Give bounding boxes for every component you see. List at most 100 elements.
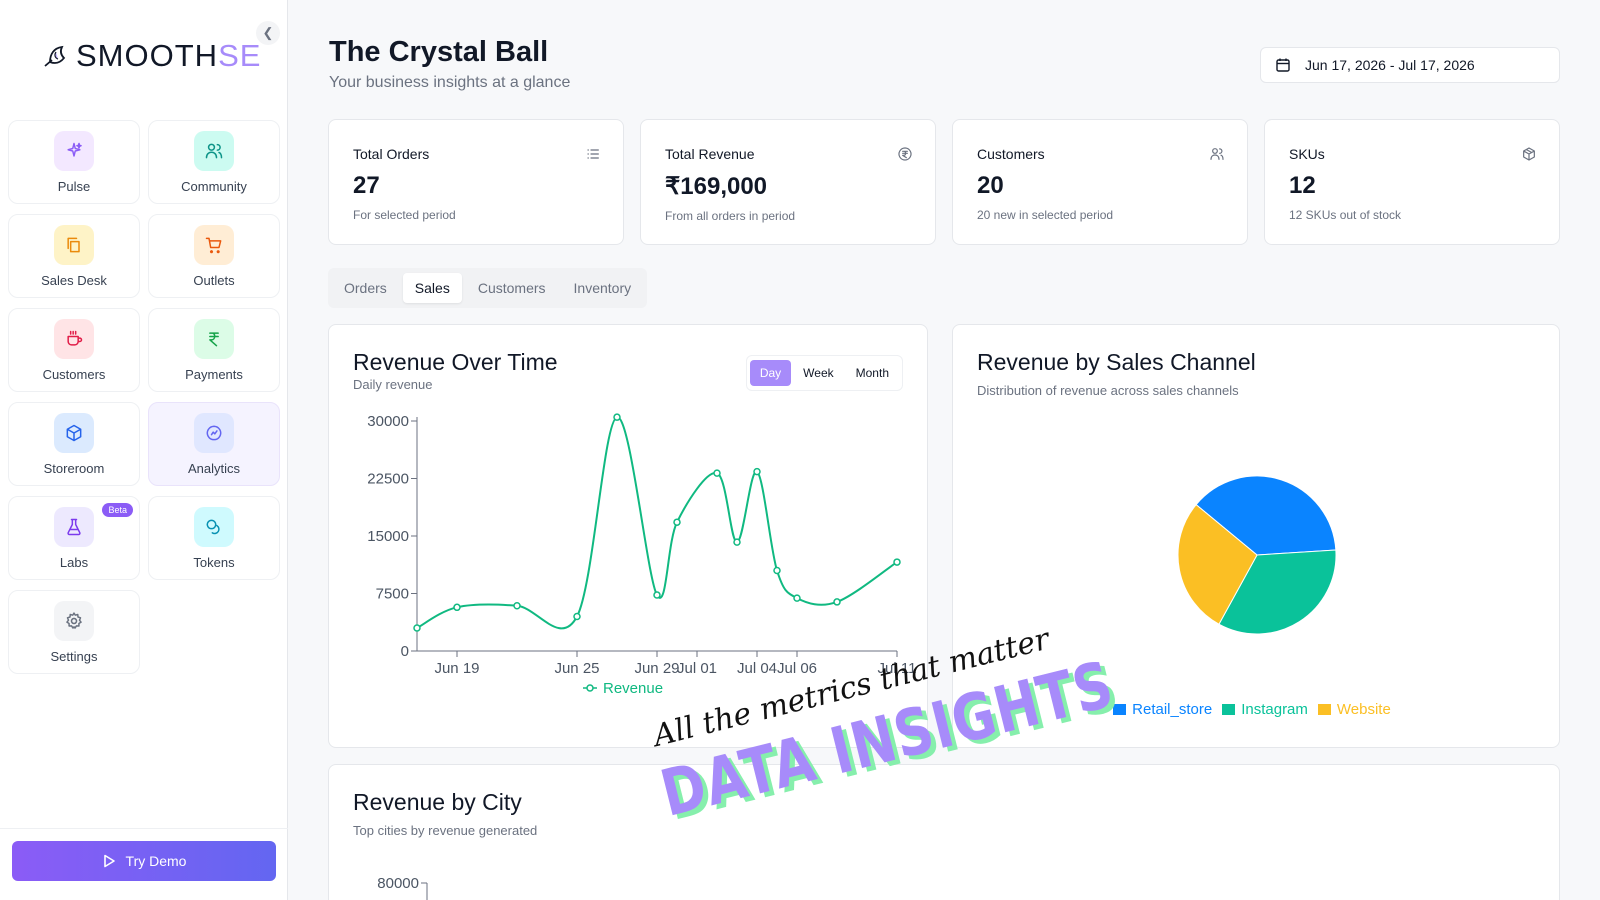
date-range-value: Jun 17, 2026 - Jul 17, 2026: [1305, 57, 1475, 73]
revenue-data-point[interactable]: [573, 612, 581, 621]
legend-item-retail-store[interactable]: Retail_store: [1113, 701, 1212, 718]
nav-icon-wrapper: [54, 130, 94, 171]
list-icon: [587, 149, 599, 159]
sidebar-item-label: Pulse: [57, 178, 91, 194]
sidebar: ❮ SMOOTHSE Pulse Community Sales Desk Outle…: [0, 0, 288, 900]
sidebar-item-tokens[interactable]: Tokens: [148, 496, 280, 580]
revenue-data-point[interactable]: [653, 591, 661, 599]
stat-title: SKUs: [1289, 146, 1325, 162]
revenue-data-point[interactable]: [413, 624, 421, 632]
sidebar-item-labs[interactable]: Labs Beta: [8, 496, 140, 580]
x-tick-label: Jun 19: [434, 660, 479, 677]
sidebar-item-outlets[interactable]: Outlets: [148, 214, 280, 298]
y-tick-label: 22500: [367, 471, 409, 488]
stat-cards: Total Orders 27 For selected period Total R…: [328, 119, 1560, 245]
try-demo-button[interactable]: Try Demo: [12, 841, 276, 881]
sidebar-item-label: Payments: [185, 366, 243, 382]
stat-title: Total Revenue: [665, 146, 755, 162]
stat-icon-wrapper: [1521, 146, 1537, 167]
nav-icon-wrapper: [54, 412, 94, 453]
nav-icon-wrapper: [194, 318, 234, 359]
sidebar-item-sales-desk[interactable]: Sales Desk: [8, 214, 140, 298]
nav-icon-wrapper: [194, 506, 234, 547]
stat-value: 12: [1289, 172, 1316, 199]
legend-label: Instagram: [1241, 701, 1308, 718]
x-tick-label: Jul 11: [878, 660, 917, 677]
tab-orders[interactable]: Orders: [332, 273, 399, 303]
legend-item-website[interactable]: Website: [1317, 701, 1391, 718]
gear-icon: [66, 611, 82, 629]
revenue-data-point[interactable]: [753, 467, 761, 476]
revenue-by-channel-card: Revenue by Sales Channel Distribution of…: [952, 324, 1560, 748]
revenue-data-point[interactable]: [793, 594, 801, 602]
stat-subtext: For selected period: [353, 208, 456, 222]
sidebar-item-pulse[interactable]: Pulse: [8, 120, 140, 204]
sidebar-footer: Try Demo: [0, 828, 288, 900]
stat-subtext: From all orders in period: [665, 209, 796, 223]
beta-badge: Beta: [102, 503, 133, 517]
revenue-data-point[interactable]: [833, 598, 841, 606]
tab-sales[interactable]: Sales: [402, 273, 462, 303]
tab-inventory[interactable]: Inventory: [562, 273, 644, 303]
package-icon: [1523, 147, 1535, 161]
y-tick-label: 15000: [367, 528, 409, 545]
sidebar-nav: Pulse Community Sales Desk Outlets Customers…: [8, 120, 280, 674]
revenue-data-point[interactable]: [673, 518, 681, 526]
sidebar-item-analytics[interactable]: Analytics: [148, 402, 280, 486]
revenue-pie-chart: [1177, 475, 1337, 635]
nav-icon-wrapper: [54, 600, 94, 641]
legend-swatch: [1222, 704, 1236, 715]
revenue-data-point[interactable]: [453, 603, 461, 612]
stat-icon-wrapper: [897, 146, 913, 167]
rupee-icon: [209, 331, 219, 346]
legend-label: Retail_store: [1132, 701, 1213, 718]
coins-icon: [206, 519, 220, 534]
date-range-picker[interactable]: Jun 17, 2026 - Jul 17, 2026: [1260, 47, 1560, 83]
stat-title: Total Orders: [353, 146, 430, 162]
legend-label: Website: [1336, 701, 1391, 718]
sidebar-item-label: Labs: [59, 554, 89, 570]
rupee-circle-icon: [898, 147, 912, 161]
page-title: The Crystal Ball: [329, 36, 549, 68]
stat-card-skus: SKUs 12 12 SKUs out of stock: [1264, 119, 1560, 245]
sidebar-item-storeroom[interactable]: Storeroom: [8, 402, 140, 486]
brand-accent: SE: [218, 38, 262, 73]
revenue-over-time-card: Revenue Over Time Daily revenue Day Week M…: [328, 324, 928, 748]
sidebar-item-label: Storeroom: [43, 460, 105, 476]
revenue-by-city-chart: 80000: [377, 875, 428, 900]
revenue-data-point[interactable]: [733, 538, 741, 546]
sidebar-item-payments[interactable]: Payments: [148, 308, 280, 392]
nav-icon-wrapper: [194, 224, 234, 265]
sidebar-item-label: Analytics: [187, 460, 241, 476]
calendar-icon: [1276, 58, 1290, 72]
stat-card-total-orders: Total Orders 27 For selected period: [328, 119, 624, 245]
revenue-data-point[interactable]: [893, 558, 901, 566]
logo: SMOOTHSE: [42, 38, 261, 74]
revenue-data-point[interactable]: [613, 413, 621, 421]
report-tabs: Orders Sales Customers Inventory: [328, 268, 648, 308]
legend-label: Revenue: [603, 680, 663, 697]
brand-name: SMOOTH: [76, 38, 219, 73]
sparkles-icon: [67, 142, 82, 157]
legend-swatch: [1317, 704, 1331, 715]
y-tick-label: 7500: [376, 586, 409, 603]
revenue-data-point[interactable]: [713, 469, 721, 477]
sidebar-item-label: Sales Desk: [41, 272, 107, 288]
main-content: The Crystal Ball Your business insights …: [288, 0, 1600, 900]
sidebar-item-settings[interactable]: Settings: [8, 590, 140, 674]
sidebar-item-label: Outlets: [193, 272, 235, 288]
users-icon: [1210, 148, 1224, 160]
nav-icon-wrapper: [54, 224, 94, 265]
legend-item-instagram[interactable]: Instagram: [1222, 701, 1308, 718]
stat-card-total-revenue: Total Revenue ₹169,000 From all orders in …: [640, 119, 936, 245]
sidebar-item-customers[interactable]: Customers: [8, 308, 140, 392]
copy-icon: [67, 237, 80, 252]
chevron-left-icon: ❮: [262, 25, 274, 40]
tab-customers[interactable]: Customers: [466, 273, 558, 303]
revenue-data-point[interactable]: [513, 602, 521, 610]
revenue-data-point[interactable]: [773, 566, 781, 575]
x-tick-label: Jul 01: [677, 660, 717, 677]
sidebar-item-community[interactable]: Community: [148, 120, 280, 204]
bird-logo-icon: [44, 45, 66, 67]
revenue-by-city-card: Revenue by City Top cities by revenue ge…: [328, 764, 1560, 900]
